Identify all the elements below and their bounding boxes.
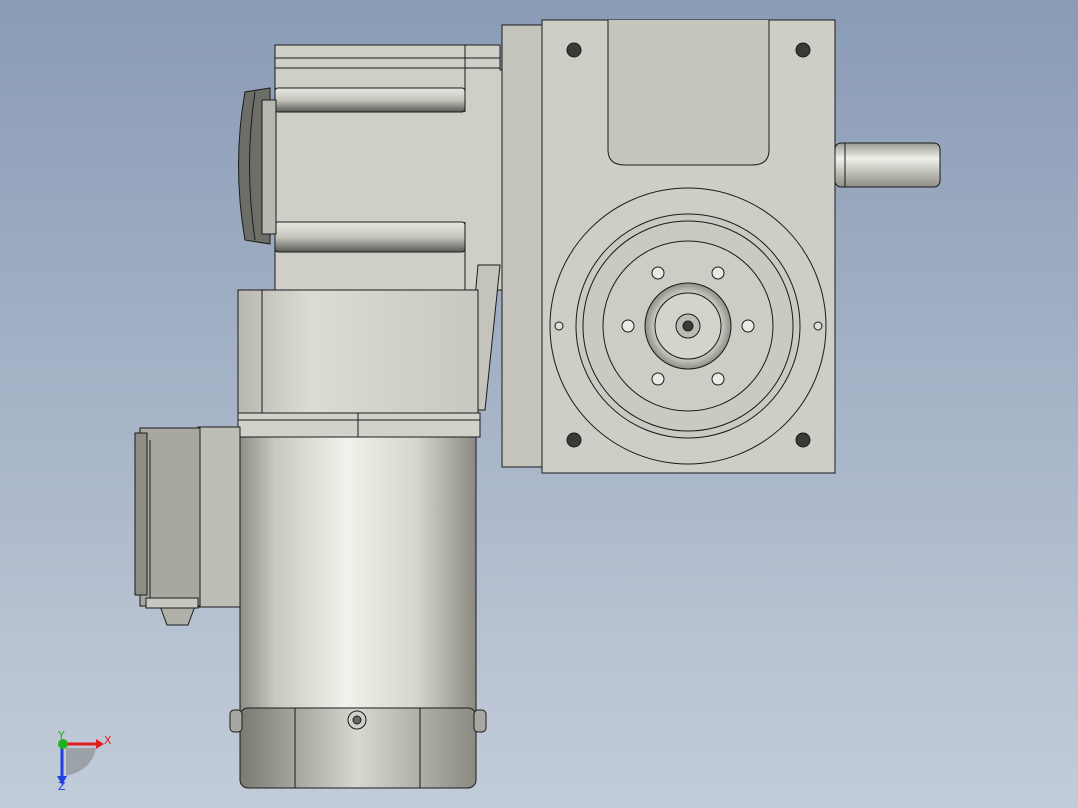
gear-motor-indexer-model[interactable]: X Y Z (0, 0, 1078, 808)
y-axis-label: Y (57, 729, 65, 742)
rotary-indexer[interactable] (501, 19, 941, 474)
x-axis-label: X (104, 734, 112, 747)
motor[interactable] (229, 436, 487, 789)
z-axis-label: Z (58, 780, 66, 793)
terminal-box[interactable] (134, 426, 257, 626)
gearbox-housing[interactable] (237, 44, 503, 456)
coordinate-triad: X Y Z (57, 729, 112, 793)
cad-viewport[interactable]: X Y Z (0, 0, 1078, 808)
